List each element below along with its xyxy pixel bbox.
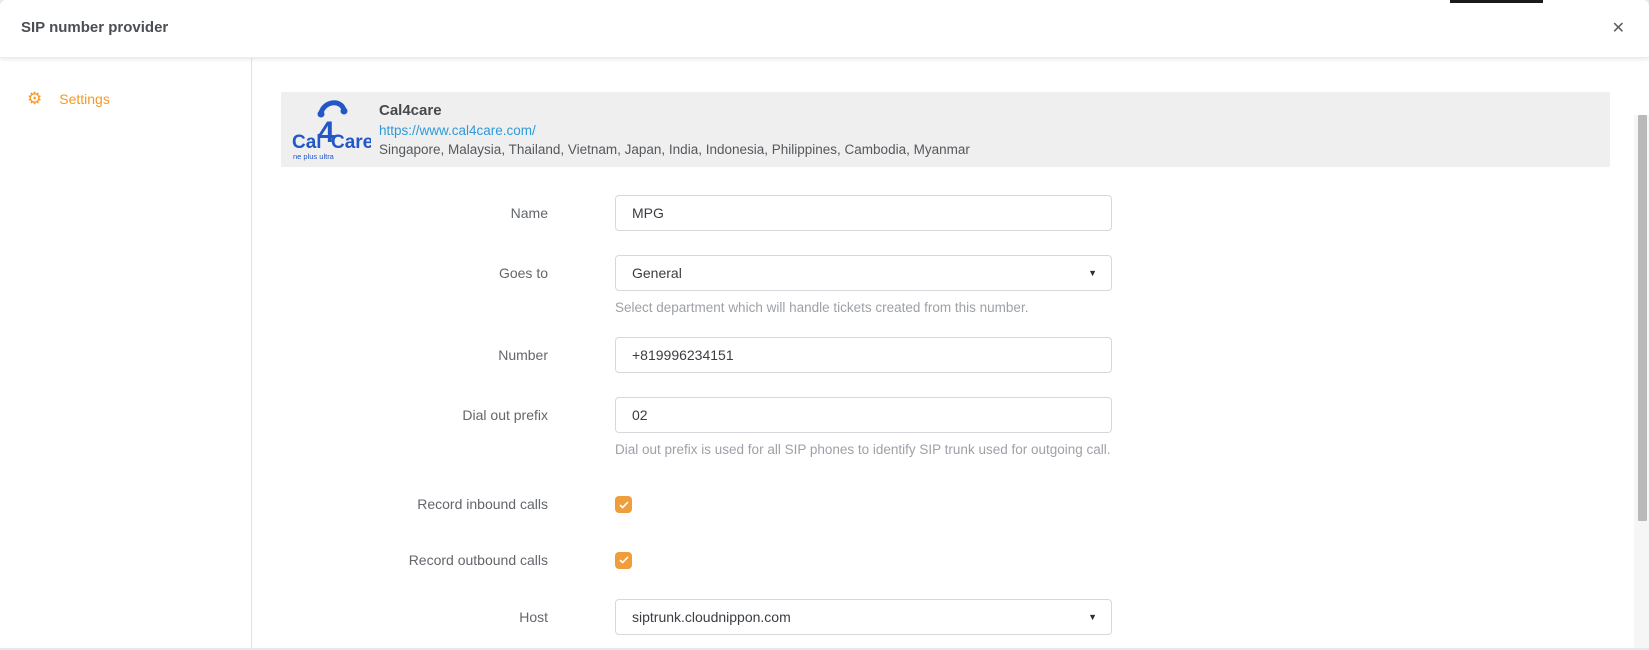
screen: SIP number provider ✕ ⚙ Settings 4 Cal xyxy=(0,0,1649,650)
browser-artifact-bar xyxy=(1450,0,1543,3)
host-selected-value: siptrunk.cloudnippon.com xyxy=(632,609,791,625)
sidebar-item-label: Settings xyxy=(59,91,110,107)
goes-to-field-row: Goes to General ▼ Select department whic… xyxy=(252,255,1649,315)
chevron-down-icon: ▼ xyxy=(1088,612,1097,622)
chevron-down-icon: ▼ xyxy=(1088,268,1097,278)
goes-to-selected-value: General xyxy=(632,265,682,281)
number-field-row: Number xyxy=(252,337,1649,373)
name-field-row: Name xyxy=(252,195,1649,231)
modal-body: ⚙ Settings 4 Cal Care ne plus ultra xyxy=(0,58,1649,648)
svg-text:ne plus ultra: ne plus ultra xyxy=(293,152,335,161)
record-outbound-checkbox[interactable] xyxy=(615,552,632,569)
host-field-row: Host siptrunk.cloudnippon.com ▼ xyxy=(252,599,1649,635)
dial-out-prefix-field-row: Dial out prefix Dial out prefix is used … xyxy=(252,397,1649,457)
record-inbound-label: Record inbound calls xyxy=(252,496,548,513)
record-inbound-row: Record inbound calls xyxy=(252,496,1649,516)
number-field-label: Number xyxy=(252,337,548,373)
dial-out-prefix-input[interactable] xyxy=(615,397,1112,433)
gear-icon: ⚙ xyxy=(27,90,42,107)
record-inbound-checkbox[interactable] xyxy=(615,496,632,513)
sip-settings-form: Name Goes to General ▼ Select depar xyxy=(252,195,1649,648)
host-field-label: Host xyxy=(252,599,548,635)
settings-panel: 4 Cal Care ne plus ultra Cal4care https:… xyxy=(252,58,1649,648)
checkmark-icon xyxy=(618,499,630,511)
provider-banner: 4 Cal Care ne plus ultra Cal4care https:… xyxy=(281,92,1610,167)
name-input[interactable] xyxy=(615,195,1112,231)
close-icon[interactable]: ✕ xyxy=(1606,0,1631,56)
provider-name: Cal4care xyxy=(379,102,970,119)
sidebar-item-settings[interactable]: ⚙ Settings xyxy=(0,84,251,113)
sip-provider-modal: SIP number provider ✕ ⚙ Settings 4 Cal xyxy=(0,0,1649,648)
provider-countries: Singapore, Malaysia, Thailand, Vietnam, … xyxy=(379,142,970,157)
scrollbar-thumb[interactable] xyxy=(1638,115,1647,521)
checkmark-icon xyxy=(618,554,630,566)
record-outbound-row: Record outbound calls xyxy=(252,552,1649,572)
svg-text:Cal: Cal xyxy=(292,132,322,153)
name-field-label: Name xyxy=(252,195,548,231)
goes-to-field-label: Goes to xyxy=(252,255,548,291)
provider-url-link[interactable]: https://www.cal4care.com/ xyxy=(379,123,970,138)
provider-info: Cal4care https://www.cal4care.com/ Singa… xyxy=(379,102,970,157)
cal4care-logo-icon: 4 Cal Care ne plus ultra xyxy=(291,98,371,162)
page-title: SIP number provider xyxy=(0,0,1649,56)
number-input[interactable] xyxy=(615,337,1112,373)
scrollbar-track[interactable] xyxy=(1634,115,1649,648)
host-select[interactable]: siptrunk.cloudnippon.com ▼ xyxy=(615,599,1112,635)
goes-to-select[interactable]: General ▼ xyxy=(615,255,1112,291)
svg-text:Care: Care xyxy=(331,132,371,153)
sidebar: ⚙ Settings xyxy=(0,58,252,648)
modal-header: SIP number provider ✕ xyxy=(0,0,1649,58)
goes-to-helper-text: Select department which will handle tick… xyxy=(615,300,1112,315)
record-outbound-label: Record outbound calls xyxy=(252,552,548,569)
dial-out-prefix-field-label: Dial out prefix xyxy=(252,397,548,433)
dial-out-prefix-helper-text: Dial out prefix is used for all SIP phon… xyxy=(615,442,1112,457)
